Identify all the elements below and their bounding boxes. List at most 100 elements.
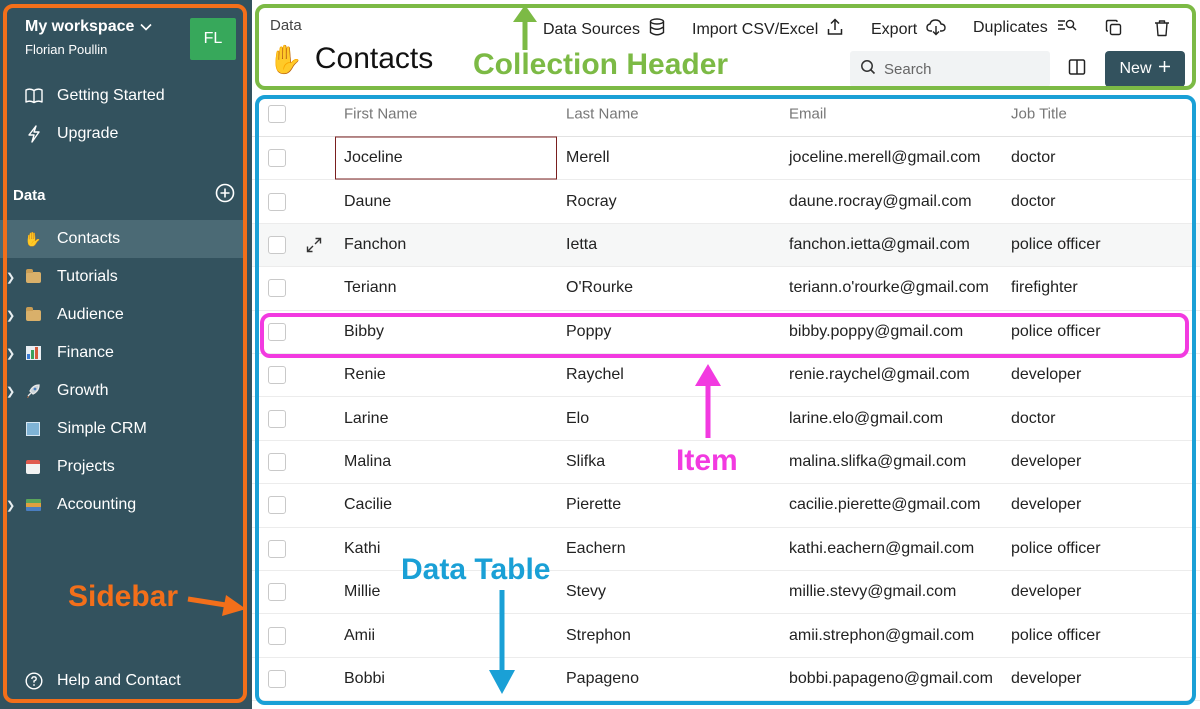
row-checkbox[interactable] <box>268 279 286 298</box>
avatar[interactable]: FL <box>190 18 236 60</box>
upgrade-link[interactable]: Upgrade <box>25 125 118 143</box>
new-item-button[interactable]: New <box>1105 51 1185 87</box>
table-row[interactable]: Cacilie Pierette cacilie.pierette@gmail.co… <box>252 484 1200 528</box>
last-name-cell[interactable]: Merell <box>566 149 610 167</box>
last-name-cell[interactable]: Poppy <box>566 323 611 341</box>
table-row[interactable]: Millie Stevy millie.stevy@gmail.com develop… <box>252 571 1200 615</box>
first-name-cell[interactable]: Cacilie <box>344 496 392 514</box>
row-checkbox[interactable] <box>268 539 286 558</box>
first-name-cell[interactable]: Bibby <box>344 323 384 341</box>
job-title-cell[interactable]: police officer <box>1011 627 1101 645</box>
column-header-job-title[interactable]: Job Title <box>1011 106 1067 123</box>
last-name-cell[interactable]: Strephon <box>566 627 631 645</box>
column-header-last-name[interactable]: Last Name <box>566 106 639 123</box>
row-checkbox[interactable] <box>268 192 286 211</box>
chevron-right-icon[interactable]: ❯ <box>6 499 15 512</box>
email-cell[interactable]: millie.stevy@gmail.com <box>789 583 956 601</box>
table-row[interactable]: Fanchon Ietta fanchon.ietta@gmail.com polic… <box>252 223 1200 268</box>
job-title-cell[interactable]: developer <box>1011 583 1081 601</box>
sidebar-item-projects[interactable]: Projects <box>0 448 252 486</box>
chevron-right-icon[interactable]: ❯ <box>6 309 15 322</box>
sidebar-item-simple-crm[interactable]: Simple CRM <box>0 410 252 448</box>
breadcrumb[interactable]: Data <box>270 17 302 34</box>
email-cell[interactable]: bobbi.papageno@gmail.com <box>789 670 993 688</box>
table-row[interactable]: Kathi Eachern kathi.eachern@gmail.com polic… <box>252 528 1200 571</box>
add-collection-icon[interactable] <box>215 183 235 208</box>
last-name-cell[interactable]: Raychel <box>566 366 624 384</box>
export-button[interactable]: Export <box>871 18 946 41</box>
last-name-cell[interactable]: Slifka <box>566 453 605 471</box>
first-name-cell[interactable]: Millie <box>344 583 380 601</box>
first-name-cell[interactable]: Daune <box>344 193 391 211</box>
sidebar-item-finance[interactable]: ❯ Finance <box>0 334 252 372</box>
first-name-cell[interactable]: Malina <box>344 453 391 471</box>
last-name-cell[interactable]: Ietta <box>566 236 597 254</box>
table-row[interactable]: Daune Rocray daune.rocray@gmail.com doctor <box>252 180 1200 224</box>
job-title-cell[interactable]: police officer <box>1011 323 1101 341</box>
row-checkbox[interactable] <box>268 366 286 385</box>
row-checkbox[interactable] <box>268 452 286 471</box>
job-title-cell[interactable]: developer <box>1011 496 1081 514</box>
email-cell[interactable]: joceline.merell@gmail.com <box>789 149 980 167</box>
email-cell[interactable]: bibby.poppy@gmail.com <box>789 323 963 341</box>
job-title-cell[interactable]: doctor <box>1011 149 1055 167</box>
table-row[interactable]: Bobbi Papageno bobbi.papageno@gmail.com dev… <box>252 658 1200 702</box>
last-name-cell[interactable]: Pierette <box>566 496 621 514</box>
job-title-cell[interactable]: doctor <box>1011 193 1055 211</box>
last-name-cell[interactable]: Rocray <box>566 193 617 211</box>
job-title-cell[interactable]: developer <box>1011 670 1081 688</box>
chevron-right-icon[interactable]: ❯ <box>6 271 15 284</box>
job-title-cell[interactable]: developer <box>1011 366 1081 384</box>
email-cell[interactable]: fanchon.ietta@gmail.com <box>789 236 970 254</box>
job-title-cell[interactable]: police officer <box>1011 236 1101 254</box>
table-row[interactable]: Larine Elo larine.elo@gmail.com doctor <box>252 397 1200 441</box>
sidebar-item-accounting[interactable]: ❯ Accounting <box>0 486 252 524</box>
last-name-cell[interactable]: O'Rourke <box>566 279 633 297</box>
copy-icon[interactable] <box>1103 17 1125 39</box>
column-header-email[interactable]: Email <box>789 106 827 123</box>
last-name-cell[interactable]: Elo <box>566 410 589 428</box>
job-title-cell[interactable]: firefighter <box>1011 279 1078 297</box>
getting-started-link[interactable]: Getting Started <box>25 87 165 105</box>
table-row[interactable]: Renie Raychel renie.raychel@gmail.com devel… <box>252 354 1200 398</box>
email-cell[interactable]: amii.strephon@gmail.com <box>789 627 974 645</box>
help-contact-link[interactable]: Help and Contact <box>25 672 181 690</box>
chevron-right-icon[interactable]: ❯ <box>6 347 15 360</box>
first-name-cell[interactable]: Teriann <box>344 279 396 297</box>
job-title-cell[interactable]: police officer <box>1011 540 1101 558</box>
data-sources-button[interactable]: Data Sources <box>543 18 665 41</box>
duplicates-button[interactable]: Duplicates <box>973 18 1077 37</box>
email-cell[interactable]: renie.raychel@gmail.com <box>789 366 970 384</box>
first-name-cell[interactable]: Kathi <box>344 540 380 558</box>
trash-icon[interactable] <box>1151 17 1173 39</box>
last-name-cell[interactable]: Stevy <box>566 583 606 601</box>
row-checkbox[interactable] <box>268 496 286 515</box>
sidebar-item-growth[interactable]: ❯ Growth <box>0 372 252 410</box>
email-cell[interactable]: kathi.eachern@gmail.com <box>789 540 974 558</box>
table-row[interactable]: Amii Strephon amii.strephon@gmail.com polic… <box>252 614 1200 658</box>
chevron-right-icon[interactable]: ❯ <box>6 385 15 398</box>
workspace-header[interactable]: My workspace Florian Poullin <box>25 18 152 57</box>
email-cell[interactable]: daune.rocray@gmail.com <box>789 193 972 211</box>
search-input[interactable] <box>884 60 1034 78</box>
row-checkbox[interactable] <box>268 235 286 254</box>
expand-row-icon[interactable] <box>305 236 323 254</box>
split-view-icon[interactable] <box>1067 57 1089 79</box>
job-title-cell[interactable]: doctor <box>1011 410 1055 428</box>
sidebar-item-audience[interactable]: ❯ Audience <box>0 296 252 334</box>
row-checkbox[interactable] <box>268 409 286 428</box>
row-checkbox[interactable] <box>268 626 286 645</box>
sidebar-item-contacts[interactable]: ✋ Contacts <box>0 220 245 258</box>
first-name-cell[interactable]: Larine <box>344 410 388 428</box>
first-name-cell[interactable]: Amii <box>344 627 375 645</box>
email-cell[interactable]: larine.elo@gmail.com <box>789 410 943 428</box>
import-button[interactable]: Import CSV/Excel <box>692 18 843 41</box>
first-name-cell[interactable]: Fanchon <box>344 236 406 254</box>
row-checkbox[interactable] <box>268 669 286 688</box>
search-field[interactable] <box>850 51 1050 87</box>
row-checkbox[interactable] <box>268 149 286 168</box>
sidebar-item-tutorials[interactable]: ❯ Tutorials <box>0 258 252 296</box>
first-name-cell[interactable]: Joceline <box>344 149 403 167</box>
job-title-cell[interactable]: developer <box>1011 453 1081 471</box>
table-row[interactable]: Joceline Merell joceline.merell@gmail.com d… <box>252 136 1200 181</box>
